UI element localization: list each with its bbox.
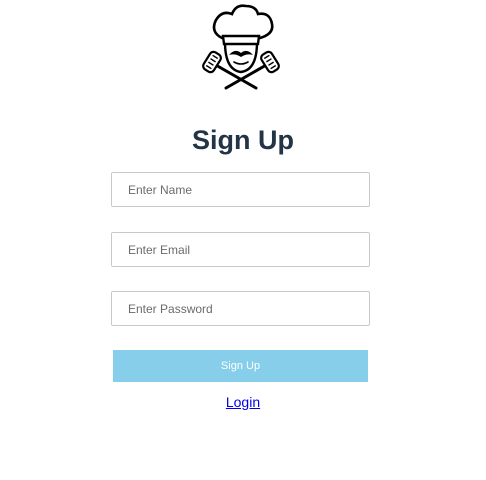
password-input[interactable] (111, 291, 370, 326)
page-title: Sign Up (192, 125, 294, 155)
name-input[interactable] (111, 172, 370, 207)
email-input[interactable] (111, 232, 370, 267)
login-link[interactable]: Login (226, 394, 260, 410)
chef-logo-icon (202, 4, 280, 90)
sign-up-button[interactable]: Sign Up (113, 350, 368, 382)
signup-page: Sign Up Sign Up Login (0, 0, 486, 480)
login-link-container: Login (0, 394, 486, 410)
